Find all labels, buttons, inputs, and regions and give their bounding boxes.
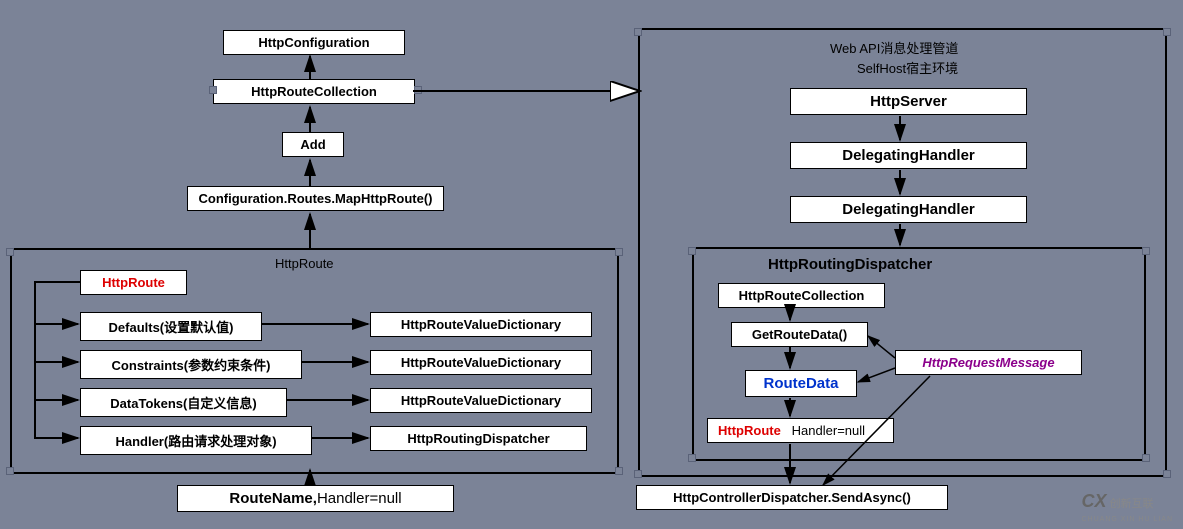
route-name-box: RouteName,Handler=null (177, 485, 454, 512)
route-data-details: HttpRoute Handler=null (707, 418, 894, 443)
delegating-handler-1: DelegatingHandler (790, 142, 1027, 169)
map-route-box: Configuration.Routes.MapHttpRoute() (187, 186, 444, 211)
datatokens-target: HttpRouteValueDictionary (370, 388, 592, 413)
pipeline-title1: Web API消息处理管道 (830, 38, 958, 57)
defaults-target: HttpRouteValueDictionary (370, 312, 592, 337)
constraints-row: Constraints(参数约束条件) (80, 350, 302, 379)
datatokens-row: DataTokens(自定义信息) (80, 388, 287, 417)
http-request-message-box: HttpRequestMessage (895, 350, 1082, 375)
handler-null-label: Handler=null (317, 490, 402, 507)
right-route-collection: HttpRouteCollection (718, 283, 885, 308)
right-httproute: HttpRoute (718, 423, 781, 438)
constraints-target: HttpRouteValueDictionary (370, 350, 592, 375)
route-name-label: RouteName, (229, 490, 317, 507)
http-configuration-box: HttpConfiguration (223, 30, 405, 55)
get-route-data-box: GetRouteData() (731, 322, 868, 347)
httproute-row: HttpRoute (80, 270, 187, 295)
dispatcher-title: HttpRoutingDispatcher (768, 256, 932, 273)
http-route-title: HttpRoute (275, 256, 334, 271)
http-route-collection-box: HttpRouteCollection (213, 79, 415, 104)
right-handler-null: Handler=null (792, 423, 865, 438)
http-server-box: HttpServer (790, 88, 1027, 115)
pipeline-title2: SelfHost宿主环境 (857, 58, 958, 77)
watermark-sub: CHUANG XIN HU LIAN (1081, 516, 1173, 523)
watermark-logo: CX (1081, 491, 1106, 511)
defaults-row: Defaults(设置默认值) (80, 312, 262, 341)
watermark-text: 创新互联 (1110, 498, 1154, 510)
send-async-box: HttpControllerDispatcher.SendAsync() (636, 485, 948, 510)
route-data-box: RouteData (745, 370, 857, 397)
watermark: CX 创新互联 CHUANG XIN HU LIAN (1081, 491, 1173, 524)
add-box: Add (282, 132, 344, 157)
handler-row: Handler(路由请求处理对象) (80, 426, 312, 455)
delegating-handler-2: DelegatingHandler (790, 196, 1027, 223)
handler-target: HttpRoutingDispatcher (370, 426, 587, 451)
